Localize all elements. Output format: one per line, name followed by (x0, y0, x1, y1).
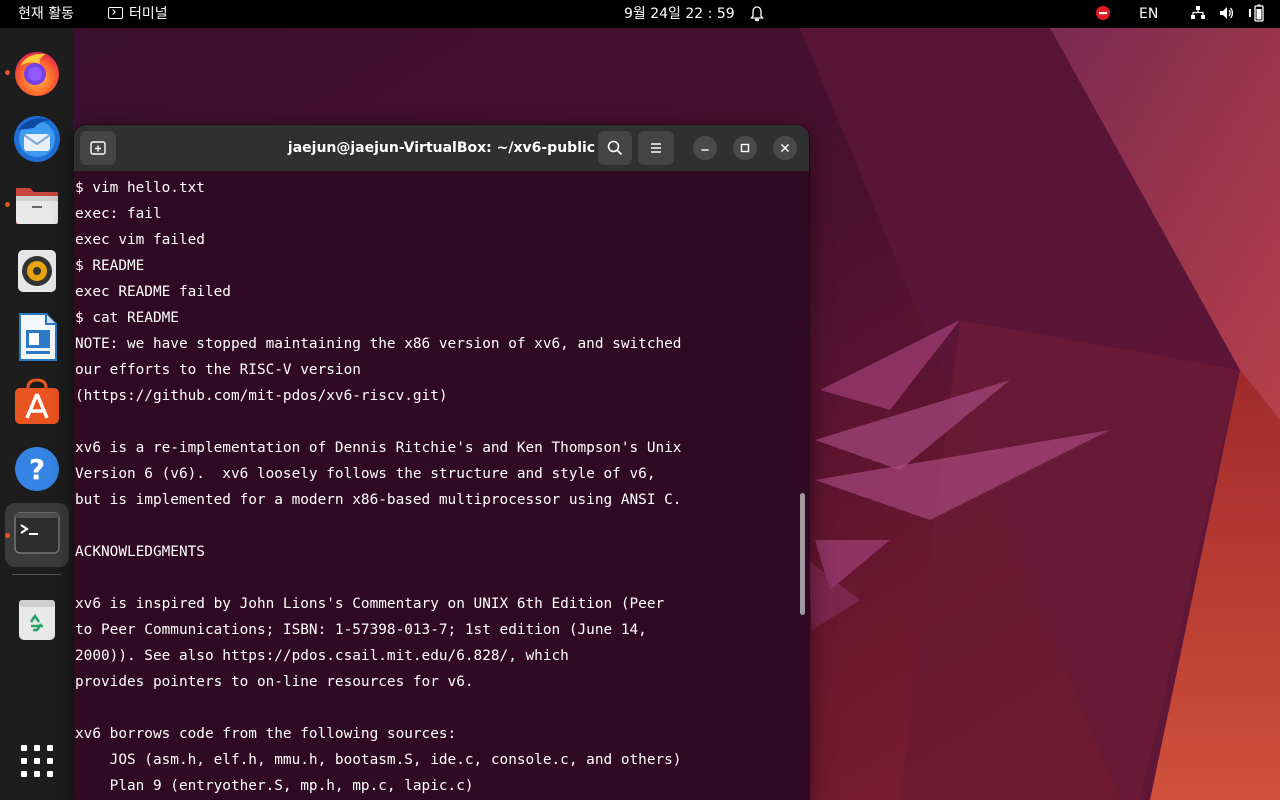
terminal-line: but is implemented for a modern x86-base… (75, 492, 682, 508)
clock[interactable]: 9월 24일 22 : 59 (624, 0, 735, 28)
do-not-disturb-icon[interactable] (1095, 0, 1111, 28)
activities-button[interactable]: 현재 활동 (18, 0, 74, 28)
terminal-line: xv6 is inspired by John Lions's Commenta… (75, 596, 665, 612)
terminal-line: xv6 is a re-implementation of Dennis Rit… (75, 440, 682, 456)
rhythmbox-icon (18, 250, 56, 292)
terminal-output[interactable]: $ vim hello.txt exec: fail exec vim failed… (75, 175, 795, 799)
new-tab-button[interactable] (80, 131, 116, 165)
volume-icon[interactable] (1219, 0, 1235, 28)
trash-icon (19, 600, 55, 640)
terminal-line: Plan 9 (entryother.S, mp.h, mp.c, lapic.… (75, 778, 474, 794)
maximize-icon (740, 143, 750, 153)
new-tab-icon (90, 141, 106, 155)
svg-text:?: ? (29, 453, 45, 486)
terminal-line: $ vim hello.txt (75, 180, 205, 196)
dock-thunderbird[interactable] (10, 112, 64, 166)
terminal-line: provides pointers to on-line resources f… (75, 674, 474, 690)
dock-app-center[interactable] (10, 376, 64, 430)
terminal-headerbar[interactable]: jaejun@jaejun-VirtualBox: ~/xv6-public (74, 125, 809, 171)
terminal-line: JOS (asm.h, elf.h, mmu.h, bootasm.S, ide… (75, 752, 682, 768)
files-icon (16, 188, 58, 224)
close-button[interactable] (773, 136, 797, 160)
top-bar: 현재 활동 터미널 9월 24일 22 : 59 EN (0, 0, 1280, 28)
dock-trash[interactable] (10, 592, 64, 646)
terminal-line: NOTE: we have stopped maintaining the x8… (75, 336, 682, 352)
hamburger-icon (651, 143, 661, 153)
help-icon: ? (15, 447, 59, 491)
dock-terminal[interactable] (5, 503, 69, 567)
terminal-line: our efforts to the RISC-V version (75, 362, 361, 378)
dock-files[interactable] (5, 178, 64, 232)
terminal-line: $ cat README (75, 310, 179, 326)
search-button[interactable] (598, 131, 632, 165)
app-menu-terminal[interactable]: 터미널 (108, 0, 168, 28)
terminal-window[interactable]: jaejun@jaejun-VirtualBox: ~/xv6-public $… (74, 125, 809, 800)
dock-writer[interactable] (10, 310, 64, 364)
running-indicator (5, 533, 10, 538)
minimize-icon (701, 149, 709, 151)
app-grid-icon (21, 745, 53, 777)
search-icon (607, 140, 623, 156)
menu-button[interactable] (638, 131, 674, 165)
dock: ? (0, 28, 73, 800)
thunderbird-icon (14, 116, 60, 162)
app-menu-label: 터미널 (129, 6, 168, 22)
terminal-icon (14, 512, 60, 554)
terminal-body[interactable]: $ vim hello.txt exec: fail exec vim failed… (74, 171, 809, 800)
battery-icon[interactable] (1248, 0, 1266, 28)
network-icon[interactable] (1190, 0, 1206, 28)
terminal-line: exec: fail (75, 206, 162, 222)
dock-rhythmbox[interactable] (10, 244, 64, 298)
terminal-line: exec vim failed (75, 232, 205, 248)
terminal-small-icon (108, 7, 123, 19)
bell-icon[interactable] (750, 0, 764, 28)
maximize-button[interactable] (733, 136, 757, 160)
terminal-line: (https://github.com/mit-pdos/xv6-riscv.g… (75, 388, 448, 404)
terminal-line: to Peer Communications; ISBN: 1-57398-01… (75, 622, 647, 638)
terminal-line: exec README failed (75, 284, 231, 300)
scrollbar[interactable] (800, 493, 805, 615)
terminal-line: 2000)). See also https://pdos.csail.mit.… (75, 648, 569, 664)
terminal-line: Version 6 (v6). xv6 loosely follows the … (75, 466, 656, 482)
close-icon (780, 143, 790, 153)
minimize-button[interactable] (693, 136, 717, 160)
dock-separator (12, 574, 61, 575)
writer-icon (19, 313, 57, 361)
window-title: jaejun@jaejun-VirtualBox: ~/xv6-public (287, 140, 596, 156)
running-indicator (5, 202, 10, 207)
terminal-line: ACKNOWLEDGMENTS (75, 544, 205, 560)
firefox-icon (15, 52, 59, 96)
dock-help[interactable]: ? (10, 442, 64, 496)
dock-firefox[interactable] (5, 46, 64, 100)
language-indicator[interactable]: EN (1139, 0, 1158, 28)
running-indicator (5, 70, 10, 75)
app-center-icon (15, 378, 59, 424)
terminal-line: xv6 borrows code from the following sour… (75, 726, 457, 742)
terminal-line: $ README (75, 258, 145, 274)
dock-show-apps[interactable] (10, 734, 64, 788)
